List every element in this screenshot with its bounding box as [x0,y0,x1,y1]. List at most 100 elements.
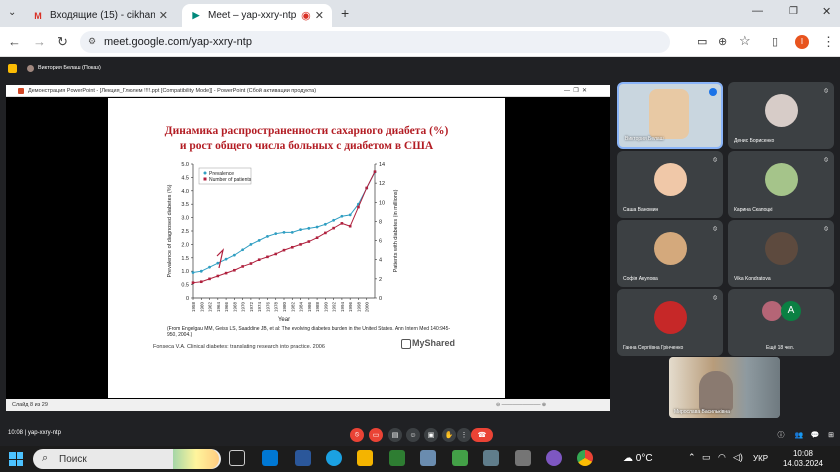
y2-tick-label: 8 [379,219,382,225]
back-icon[interactable]: ← [8,35,21,49]
app-icon[interactable] [483,450,499,466]
app-icon[interactable] [420,450,436,466]
participant-name: Денис Борисенко [734,138,775,144]
participant-video [649,89,689,139]
participant-avatar [654,163,687,196]
info-button[interactable]: ⓘ [774,428,788,442]
participant-tile[interactable]: ⦸ Ганна Сергіївна Грінченко [617,289,723,356]
tab-meet-label: Meet – yap-xxry-ntp [208,10,297,21]
y-tick-label: 1.5 [181,256,189,262]
y2-tick-label: 4 [379,258,382,264]
reload-icon[interactable]: ↻ [57,35,68,49]
weather-widget[interactable]: ☁ 0°C [623,453,653,464]
url-text: meet.google.com/yap-xxry-ntp [104,36,252,48]
leave-call-button[interactable]: ☎ [471,428,493,442]
site-settings-icon[interactable]: ⚙ [88,36,96,47]
tray-overflow-icon[interactable]: ⌃ [688,452,696,463]
new-tab-button[interactable]: + [341,5,349,21]
series-point [315,225,319,229]
meet-top-bar [0,57,840,80]
edge-app-icon[interactable] [326,450,342,466]
tab-meet[interactable]: ▶ Meet – yap-xxry-ntp ◉ ✕ [182,4,332,27]
slide-title: Динамика распространенности сахарного ди… [108,124,505,154]
bookmark-star-icon[interactable]: ☆ [739,34,751,48]
window-close-icon[interactable]: ✕ [822,5,831,18]
side-panel-icon[interactable]: ▯ [772,35,778,49]
participant-name: Ганна Сергіївна Грінченко [623,345,684,351]
task-view-icon[interactable] [229,450,245,466]
x-axis-label: Year [278,317,290,323]
participant-tile[interactable]: ⦸ Софія Акулова [617,220,723,287]
minimize-icon[interactable]: — [752,5,763,17]
series-point [282,230,286,234]
self-view-tile[interactable]: Мирослава Васильківна [669,357,780,418]
series-point [340,222,344,225]
mic-off-icon: ⦸ [824,88,828,94]
raise-hand-button[interactable]: ✋ [442,428,456,442]
slide-title-line2: и рост общего числа больных с диабетом в… [179,140,434,152]
explorer-app-icon[interactable] [357,450,373,466]
clock[interactable]: 10:08 14.03.2024 [771,449,835,469]
captions-button[interactable]: ▤ [388,428,402,442]
meeting-time: 10:08 | yap-xxry-ntp [8,430,61,436]
presenter-label: Виктория Белаш (Показ) [38,65,101,71]
app-icon[interactable] [452,450,468,466]
close-icon[interactable]: ✕ [315,9,324,22]
legend-marker [203,171,207,175]
forward-icon[interactable]: → [33,35,46,49]
zoom-slider[interactable]: ⊖ ─────────── ⊕ [496,402,596,408]
volume-icon[interactable]: ◁) [733,452,743,463]
y-tick-label: 2.5 [181,229,189,235]
series-point [266,255,269,259]
camera-off-button[interactable]: ▭ [369,428,383,442]
zoom-icon[interactable]: ⊕ [718,35,727,49]
wifi-icon[interactable]: ◠ [718,452,726,463]
activities-button[interactable]: ⊞ [824,428,838,442]
network-icon[interactable]: ▭ [702,452,711,463]
series-point [208,277,211,281]
more-options-button[interactable]: ⋮ [457,428,471,442]
chart: 0 0.5 1.0 1.5 2.0 2.5 3.0 3.5 4.0 4.5 5.0 0 2 4 6 8 10 12… [167,162,399,323]
close-icon[interactable]: ✕ [159,9,168,22]
participant-tile[interactable]: ⦸ Денис Борисенко [728,82,834,149]
windows-start-icon[interactable] [9,452,23,466]
tab-search-icon[interactable]: ⌄ [8,7,16,18]
series-point [340,214,344,218]
tab-gmail[interactable]: M Входящие (15) - cikhanovskaja ✕ [24,4,176,27]
myshared-text: MyShared [412,338,456,348]
menu-icon[interactable]: ⋮ [822,35,835,49]
participant-tile[interactable]: ⦸ Vika Kondratova [728,220,834,287]
app-icon[interactable] [515,450,531,466]
search-highlight-image [173,449,219,469]
mail-app-icon[interactable] [262,450,278,466]
people-button[interactable]: 👥 [792,428,806,442]
participant-tile[interactable]: Виктория Белаш [617,82,723,149]
word-app-icon[interactable] [295,450,311,466]
restore-icon[interactable]: ❐ [789,6,798,17]
viber-app-icon[interactable] [546,450,562,466]
series-point [332,218,336,222]
present-button[interactable]: ▣ [424,428,438,442]
mic-off-icon: ⦸ [824,157,828,163]
y2-tick-label: 2 [379,277,382,283]
profile-avatar[interactable]: I [795,35,809,49]
taskbar-search[interactable]: ⌕ Поиск [33,449,221,469]
mic-off-button[interactable]: ⦸ [350,428,364,442]
y2-axis-label: Patients with diabetes (in millions) [393,189,399,272]
chat-button[interactable]: 💬 [808,428,822,442]
slide-source: Fonseca V.A. Clinical diabetes: translat… [153,344,325,350]
emoji-button[interactable]: ☺ [406,428,420,442]
participant-tile[interactable]: ⦸ Саша Ваномин [617,151,723,218]
address-bar[interactable]: ⚙ meet.google.com/yap-xxry-ntp ▭ [80,31,707,53]
store-app-icon[interactable] [389,450,405,466]
series-point [233,268,236,272]
language-indicator[interactable]: УКР [753,454,768,463]
camera-icon[interactable]: ▭ [697,35,707,49]
series-point [315,236,319,239]
participant-tile[interactable]: ⦸ Карина Скапоцкі [728,151,834,218]
participant-name: Виктория Белаш [625,136,664,142]
others-tile[interactable]: A Ещё 18 чел. [728,289,834,356]
chrome-app-icon[interactable] [577,450,593,466]
series-point [232,253,236,257]
series-point [249,243,253,246]
